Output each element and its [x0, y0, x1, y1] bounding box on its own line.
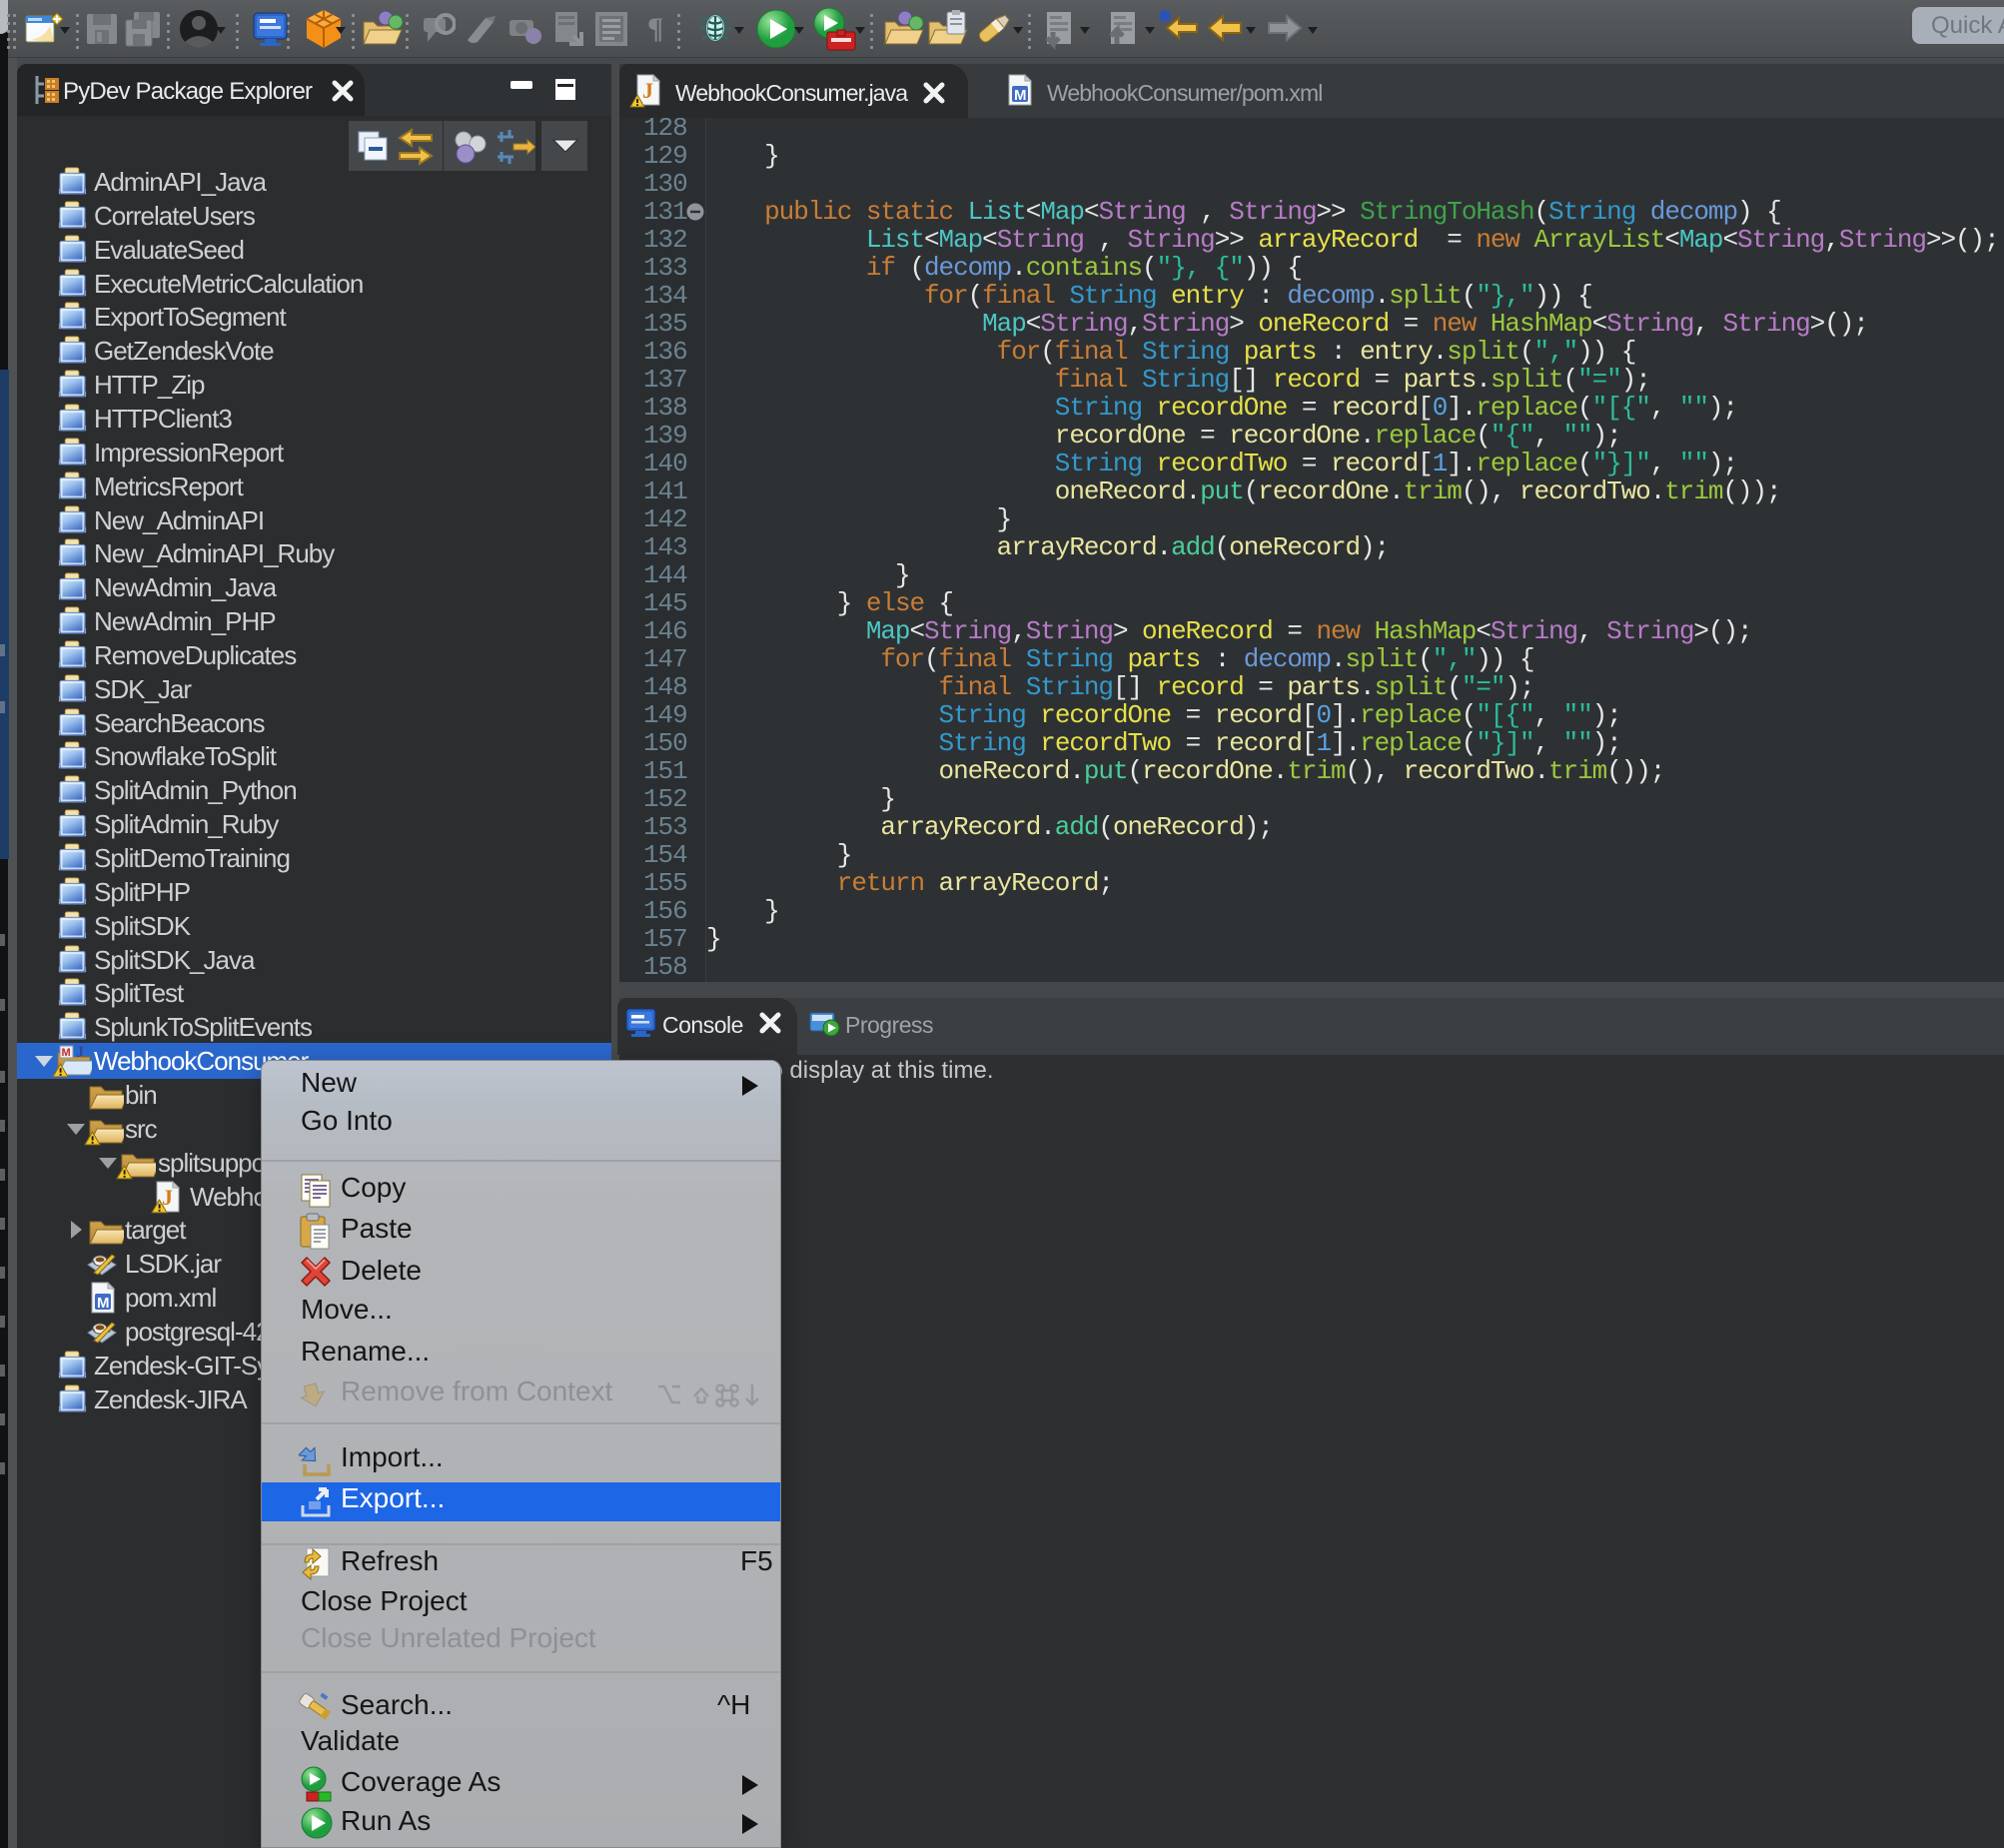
svg-text:¶: ¶: [647, 12, 663, 45]
